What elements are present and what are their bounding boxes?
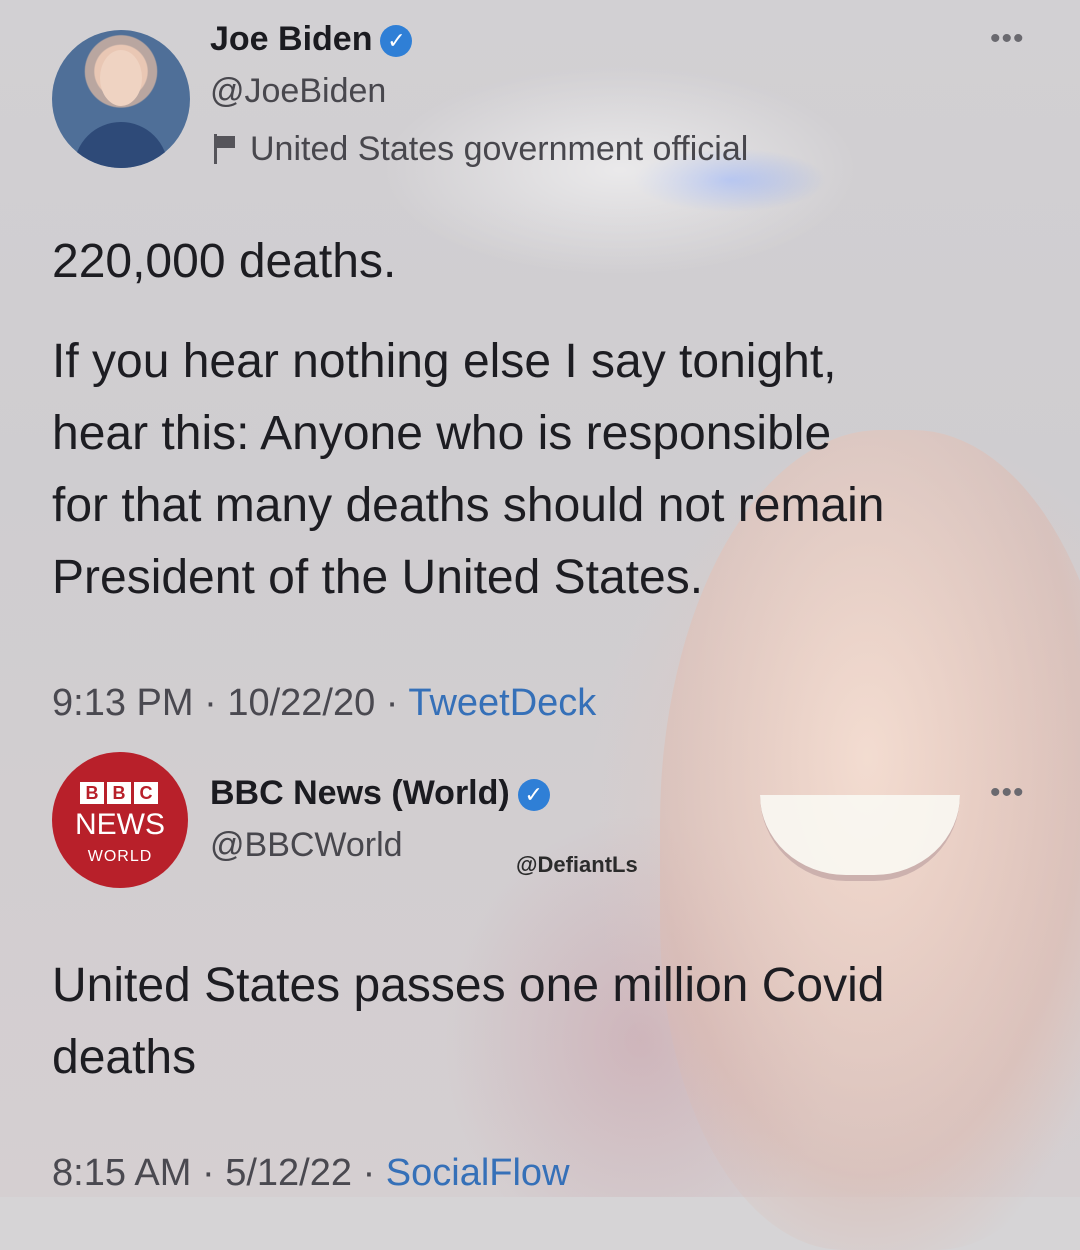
- tweet2-body-line: deaths: [52, 1031, 197, 1084]
- separator: ·: [362, 1152, 376, 1194]
- tweet1-handle[interactable]: @JoeBiden: [210, 72, 386, 111]
- separator: ·: [201, 1152, 215, 1194]
- bbc-logo-block: C: [134, 782, 158, 804]
- bbc-logo-block: B: [80, 782, 104, 804]
- separator: ·: [204, 682, 217, 724]
- tweet1-text-line: 220,000 deaths.: [52, 235, 397, 288]
- tweet1-body-line: for that many deaths should not remain: [52, 479, 885, 532]
- tweet1-body-line: If you hear nothing else I say tonight,: [52, 335, 837, 388]
- bbc-logo-world: WORLD: [87, 848, 153, 865]
- bbc-logo-block: B: [107, 782, 131, 804]
- avatar-joe-biden[interactable]: [52, 30, 190, 168]
- tweet1-time[interactable]: 9:13 PM: [52, 682, 194, 724]
- watermark: @DefiantLs: [516, 852, 638, 877]
- tweet1-date[interactable]: 10/22/20: [227, 682, 375, 724]
- more-options-icon[interactable]: •••: [990, 22, 1025, 56]
- tweet2-meta: 8:15 AM · 5/12/22 · SocialFlow: [52, 1152, 570, 1195]
- tweet1-name-text: Joe Biden: [210, 20, 373, 58]
- tweet2-handle[interactable]: @BBCWorld: [210, 826, 403, 865]
- tweet1-body: If you hear nothing else I say tonight, …: [52, 326, 884, 614]
- government-official-label: United States government official: [214, 130, 748, 169]
- tweet1-author-name[interactable]: Joe Biden ✓: [210, 20, 413, 59]
- avatar-bbc-news-world[interactable]: B B C NEWS WORLD: [52, 752, 188, 888]
- tweet1-meta: 9:13 PM · 10/22/20 · TweetDeck: [52, 682, 596, 725]
- more-options-icon[interactable]: •••: [990, 776, 1025, 810]
- bbc-logo-news: NEWS: [75, 808, 165, 841]
- tweet2-time[interactable]: 8:15 AM: [52, 1152, 191, 1194]
- tweet1-text: 220,000 deaths.: [52, 226, 396, 298]
- separator: ·: [385, 682, 399, 724]
- verified-badge-icon: ✓: [517, 779, 550, 811]
- tweet-screenshot: Joe Biden ✓ @JoeBiden United States gover…: [0, 0, 1080, 1197]
- tweet2-date[interactable]: 5/12/22: [225, 1152, 352, 1194]
- verified-badge-icon: ✓: [380, 25, 413, 57]
- tweet2-body: United States passes one million Covid d…: [52, 950, 884, 1094]
- tweet2-body-line: United States passes one million Covid: [52, 959, 885, 1012]
- flag-icon: [214, 134, 236, 164]
- government-label-text: United States government official: [250, 130, 749, 168]
- tweet1-body-line: President of the United States.: [52, 551, 704, 604]
- tweet2-author-name[interactable]: BBC News (World) ✓: [210, 774, 550, 813]
- tweet1-body-line: hear this: Anyone who is responsible: [52, 407, 832, 460]
- tweet2-name-text: BBC News (World): [210, 774, 510, 812]
- tweet2-source[interactable]: SocialFlow: [386, 1152, 570, 1194]
- bbc-logo: B B C: [80, 782, 158, 804]
- tweet1-source[interactable]: TweetDeck: [408, 682, 596, 724]
